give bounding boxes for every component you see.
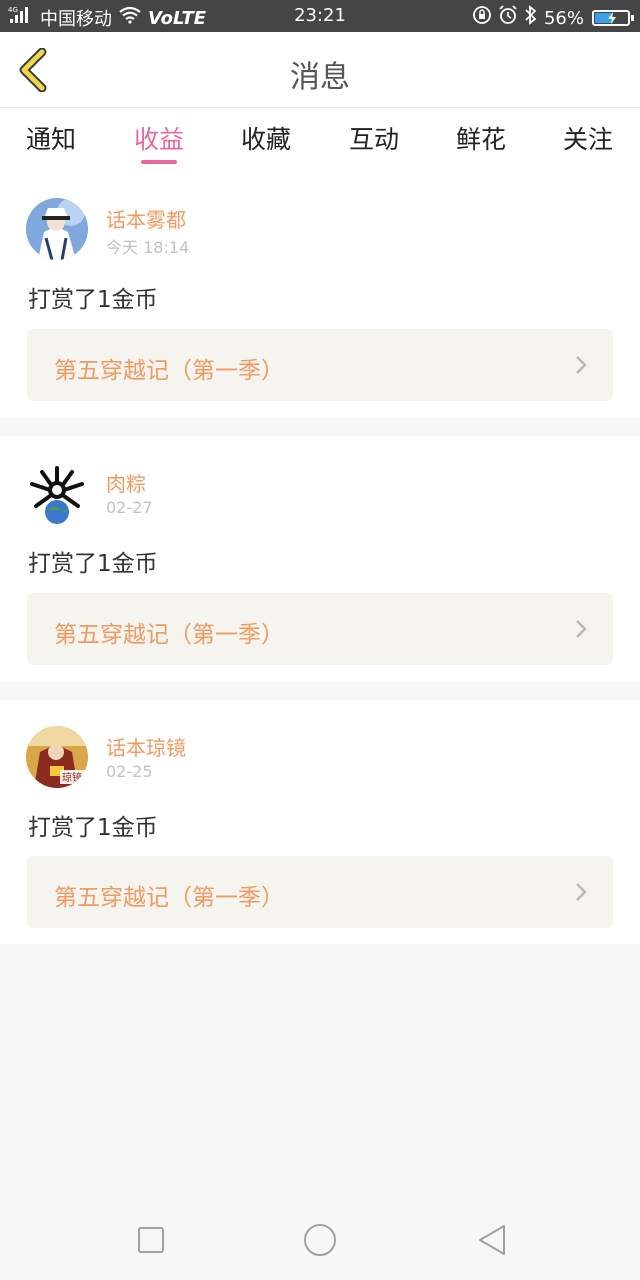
book-link[interactable]: 第五穿越记（第一季） (27, 593, 613, 665)
system-back-button[interactable] (472, 1220, 512, 1260)
book-link[interactable]: 第五穿越记（第一季） (27, 329, 613, 401)
message-card: 话本雾都 今天 18:14 打赏了1金币 第五穿越记（第一季） (0, 170, 640, 418)
chevron-right-icon (576, 883, 587, 901)
battery-percent: 56% (543, 7, 584, 29)
tab-following[interactable]: 关注 (538, 120, 638, 156)
tab-earnings[interactable]: 收益 (109, 120, 209, 156)
user-avatar[interactable] (26, 198, 88, 260)
home-icon (304, 1224, 336, 1256)
book-title: 第五穿越记（第一季） (54, 885, 284, 911)
reward-action-text: 打赏了1金币 (28, 551, 158, 577)
timestamp: 02-27 (106, 498, 153, 517)
reward-action-text: 打赏了1金币 (28, 287, 158, 313)
page-title: 消息 (290, 60, 350, 95)
active-tab-indicator (141, 160, 177, 164)
tab-notifications[interactable]: 通知 (1, 120, 101, 156)
bluetooth-icon (524, 5, 538, 31)
avatar-badge-text: 琼镜 (62, 771, 82, 784)
recent-apps-button[interactable] (131, 1220, 171, 1260)
home-button[interactable] (300, 1220, 340, 1260)
alarm-icon (498, 5, 518, 31)
book-link[interactable]: 第五穿越记（第一季） (27, 856, 613, 928)
header: 消息 (0, 32, 640, 108)
book-title: 第五穿越记（第一季） (54, 358, 284, 384)
status-bar: 4G 中国移动 VoLTE 23:21 56% (0, 0, 640, 32)
username[interactable]: 话本雾都 (106, 204, 186, 233)
tab-flowers[interactable]: 鲜花 (431, 120, 531, 156)
timestamp: 今天 18:14 (106, 238, 190, 257)
tab-bar: 通知 收益 收藏 互动 鲜花 关注 (0, 108, 640, 170)
system-nav-bar (0, 1196, 640, 1280)
username[interactable]: 话本琼镜 (106, 732, 186, 761)
chevron-right-icon (576, 620, 587, 638)
message-card: 琼镜 话本琼镜 02-25 打赏了1金币 第五穿越记（第一季） (0, 700, 640, 944)
tab-interactions[interactable]: 互动 (324, 120, 424, 156)
tab-favorites[interactable]: 收藏 (216, 120, 316, 156)
user-avatar[interactable]: 琼镜 (26, 726, 88, 788)
lock-rotation-icon (472, 5, 492, 31)
user-avatar[interactable] (26, 462, 88, 524)
username[interactable]: 肉粽 (106, 468, 146, 497)
message-card: 肉粽 02-27 打赏了1金币 第五穿越记（第一季） (0, 436, 640, 682)
back-triangle-icon (479, 1225, 505, 1255)
timestamp: 02-25 (106, 762, 153, 781)
book-title: 第五穿越记（第一季） (54, 622, 284, 648)
recent-apps-icon (138, 1227, 164, 1253)
chevron-right-icon (576, 356, 587, 374)
battery-charging-icon (592, 10, 634, 26)
reward-action-text: 打赏了1金币 (28, 815, 158, 841)
